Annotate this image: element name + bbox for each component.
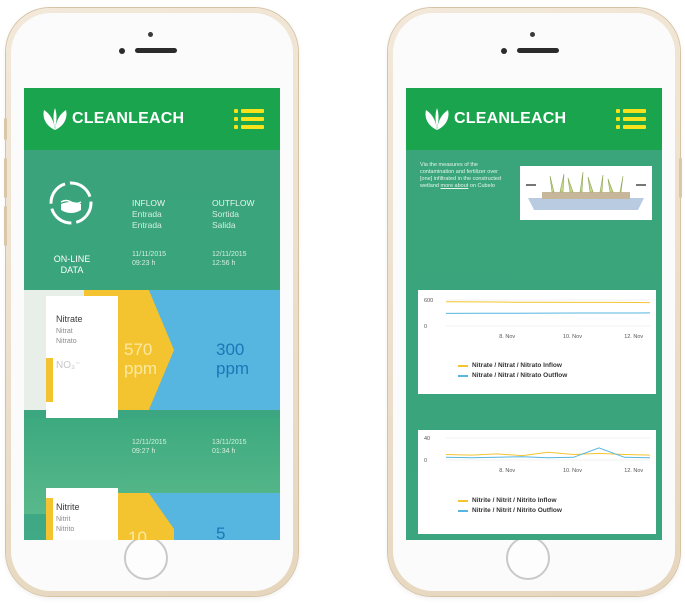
- phone-left: CLEANLEACH ON-LINE DATA INFLOW Entrada E…: [4, 8, 298, 596]
- y-tick-label: 600: [424, 298, 433, 304]
- home-button[interactable]: [506, 536, 550, 580]
- nitrite-card[interactable]: Nitrite Nitrit Nitrito: [46, 488, 118, 540]
- wetland-diagram-image: [520, 166, 652, 220]
- online-data-label: ON-LINE DATA: [53, 254, 91, 275]
- outflow-sub-2: Salida: [212, 220, 236, 230]
- online-data-panel: ON-LINE DATA INFLOW Entrada Entrada OUTF…: [24, 150, 280, 540]
- x-tick-label: 8. Nov: [499, 334, 515, 340]
- nitrate-line-2: Nitrato: [56, 338, 77, 345]
- proximity-sensor: [501, 48, 507, 54]
- cleanleach-leaf-icon: [425, 108, 449, 130]
- y-tick-label: 40: [424, 436, 430, 442]
- nitrite-line-chart[interactable]: 0 40 8. Nov 10. Nov 12. Nov: [418, 430, 656, 534]
- cleanleach-leaf-icon: [43, 108, 67, 130]
- description-end: on Cubelo: [469, 183, 495, 189]
- nitrite-chart-card: 0 40 8. Nov 10. Nov 12. Nov Nitrite / Nitrit…: [418, 430, 656, 534]
- series-outflow-line: [445, 312, 651, 314]
- outflow-sub-1: Sortida: [212, 209, 239, 219]
- nitrite-outflow-time: 01:34 h: [212, 448, 236, 455]
- inflow-date: 11/11/2015: [132, 251, 166, 258]
- power-button: [679, 158, 682, 198]
- nitrite-card-accent: [46, 498, 53, 540]
- nitrate-title: Nitrate: [56, 314, 83, 324]
- series-outflow-line: [445, 447, 651, 459]
- outflow-time: 12:56 h: [212, 260, 236, 267]
- legend-nitrate-inflow: Nitrate / Nitrat / Nitrato Inflow: [472, 362, 562, 369]
- front-camera: [530, 32, 535, 37]
- y-tick-label: 0: [424, 324, 427, 330]
- x-tick-label: 12. Nov: [624, 468, 643, 474]
- volume-up-button: [4, 158, 7, 198]
- wetland-description: Via the measures of the contamination an…: [420, 162, 502, 190]
- inflow-header: INFLOW Entrada Entrada: [132, 198, 165, 231]
- inflow-title: INFLOW: [132, 198, 166, 208]
- nitrite-inflow-time: 09:27 h: [132, 448, 156, 455]
- nitrate-card[interactable]: Nitrate Nitrat Nitrato NO₃⁻: [46, 296, 118, 420]
- nitrite-title: Nitrite: [56, 502, 80, 512]
- mute-switch: [4, 118, 7, 140]
- nitrite-line-1: Nitrit: [56, 516, 71, 523]
- volume-down-button: [4, 206, 7, 246]
- inflow-sub-1: Entrada: [132, 209, 162, 219]
- y-tick-label: 0: [424, 458, 427, 464]
- phone-right: CLEANLEACH Via the measures of the conta…: [388, 8, 682, 596]
- legend-nitrite-inflow: Nitrite / Nitrit / Nitrito Inflow: [472, 497, 557, 504]
- inflow-timestamp: 11/11/2015 09:23 h: [132, 250, 166, 268]
- app-screen-online-data: CLEANLEACH ON-LINE DATA INFLOW Entrada E…: [24, 88, 280, 540]
- legend-nitrite-outflow: Nitrite / Nitrit / Nitrito Outflow: [472, 507, 562, 514]
- home-button[interactable]: [124, 536, 168, 580]
- nitrite-outflow-date: 13/11/2015: [212, 439, 247, 446]
- nitrate-inflow-value: 570: [124, 340, 153, 359]
- hamburger-menu-icon[interactable]: [616, 106, 646, 132]
- inflow-sub-2: Entrada: [132, 220, 162, 230]
- charts-panel: Via the measures of the contamination an…: [406, 150, 662, 540]
- front-camera: [148, 32, 153, 37]
- legend-swatch-nitrite-inflow: [458, 500, 468, 502]
- nitrate-card-accent: [46, 358, 53, 402]
- nitrite-outflow-value: 5: [216, 524, 226, 540]
- app-screen-charts: CLEANLEACH Via the measures of the conta…: [406, 88, 662, 540]
- nitrate-outflow-unit: ppm: [216, 359, 250, 378]
- nitrite-outflow-timestamp: 13/11/2015 01:34 h: [212, 438, 247, 456]
- earpiece-speaker: [135, 48, 177, 53]
- brand-name: CLEANLEACH: [454, 110, 567, 127]
- x-tick-label: 10. Nov: [563, 334, 582, 340]
- nitrite-inflow-date: 12/11/2015: [132, 439, 167, 446]
- series-inflow-line: [445, 301, 651, 304]
- x-tick-label: 8. Nov: [499, 468, 515, 474]
- nitrate-inflow-unit: ppm: [124, 359, 158, 378]
- x-tick-label: 12. Nov: [624, 334, 643, 340]
- nitrate-chart-card: 0 600 8. Nov 10. Nov 12. Nov Nitrate / Nitra…: [418, 290, 656, 394]
- earpiece-speaker: [517, 48, 559, 53]
- legend-swatch-nitrate-inflow: [458, 365, 468, 367]
- nitrate-formula: NO₃⁻: [56, 360, 81, 371]
- x-tick-label: 10. Nov: [563, 468, 582, 474]
- legend-swatch-nitrite-outflow: [458, 510, 468, 512]
- legend-nitrate-outflow: Nitrate / Nitrat / Nitrato Outflow: [472, 372, 568, 379]
- water-cycle-icon: [49, 181, 93, 225]
- outflow-header: OUTFLOW Sortida Salida: [212, 198, 255, 231]
- outflow-date: 12/11/2015: [212, 251, 247, 258]
- nitrate-line-1: Nitrat: [56, 328, 73, 335]
- proximity-sensor: [119, 48, 125, 54]
- nitrite-inflow-value: 10: [128, 528, 147, 540]
- app-header: CLEANLEACH: [24, 88, 280, 150]
- hamburger-menu-icon[interactable]: [234, 106, 264, 132]
- description-link[interactable]: more about: [441, 183, 469, 189]
- nitrite-line-2: Nitrito: [56, 526, 75, 533]
- nitrate-outflow-value: 300: [216, 340, 245, 359]
- legend-swatch-nitrate-outflow: [458, 375, 468, 377]
- outflow-title: OUTFLOW: [212, 198, 255, 208]
- brand-name: CLEANLEACH: [72, 110, 185, 127]
- app-header: CLEANLEACH: [406, 88, 662, 150]
- outflow-timestamp: 12/11/2015 12:56 h: [212, 250, 247, 268]
- inflow-time: 09:23 h: [132, 260, 156, 267]
- nitrite-inflow-timestamp: 12/11/2015 09:27 h: [132, 438, 167, 456]
